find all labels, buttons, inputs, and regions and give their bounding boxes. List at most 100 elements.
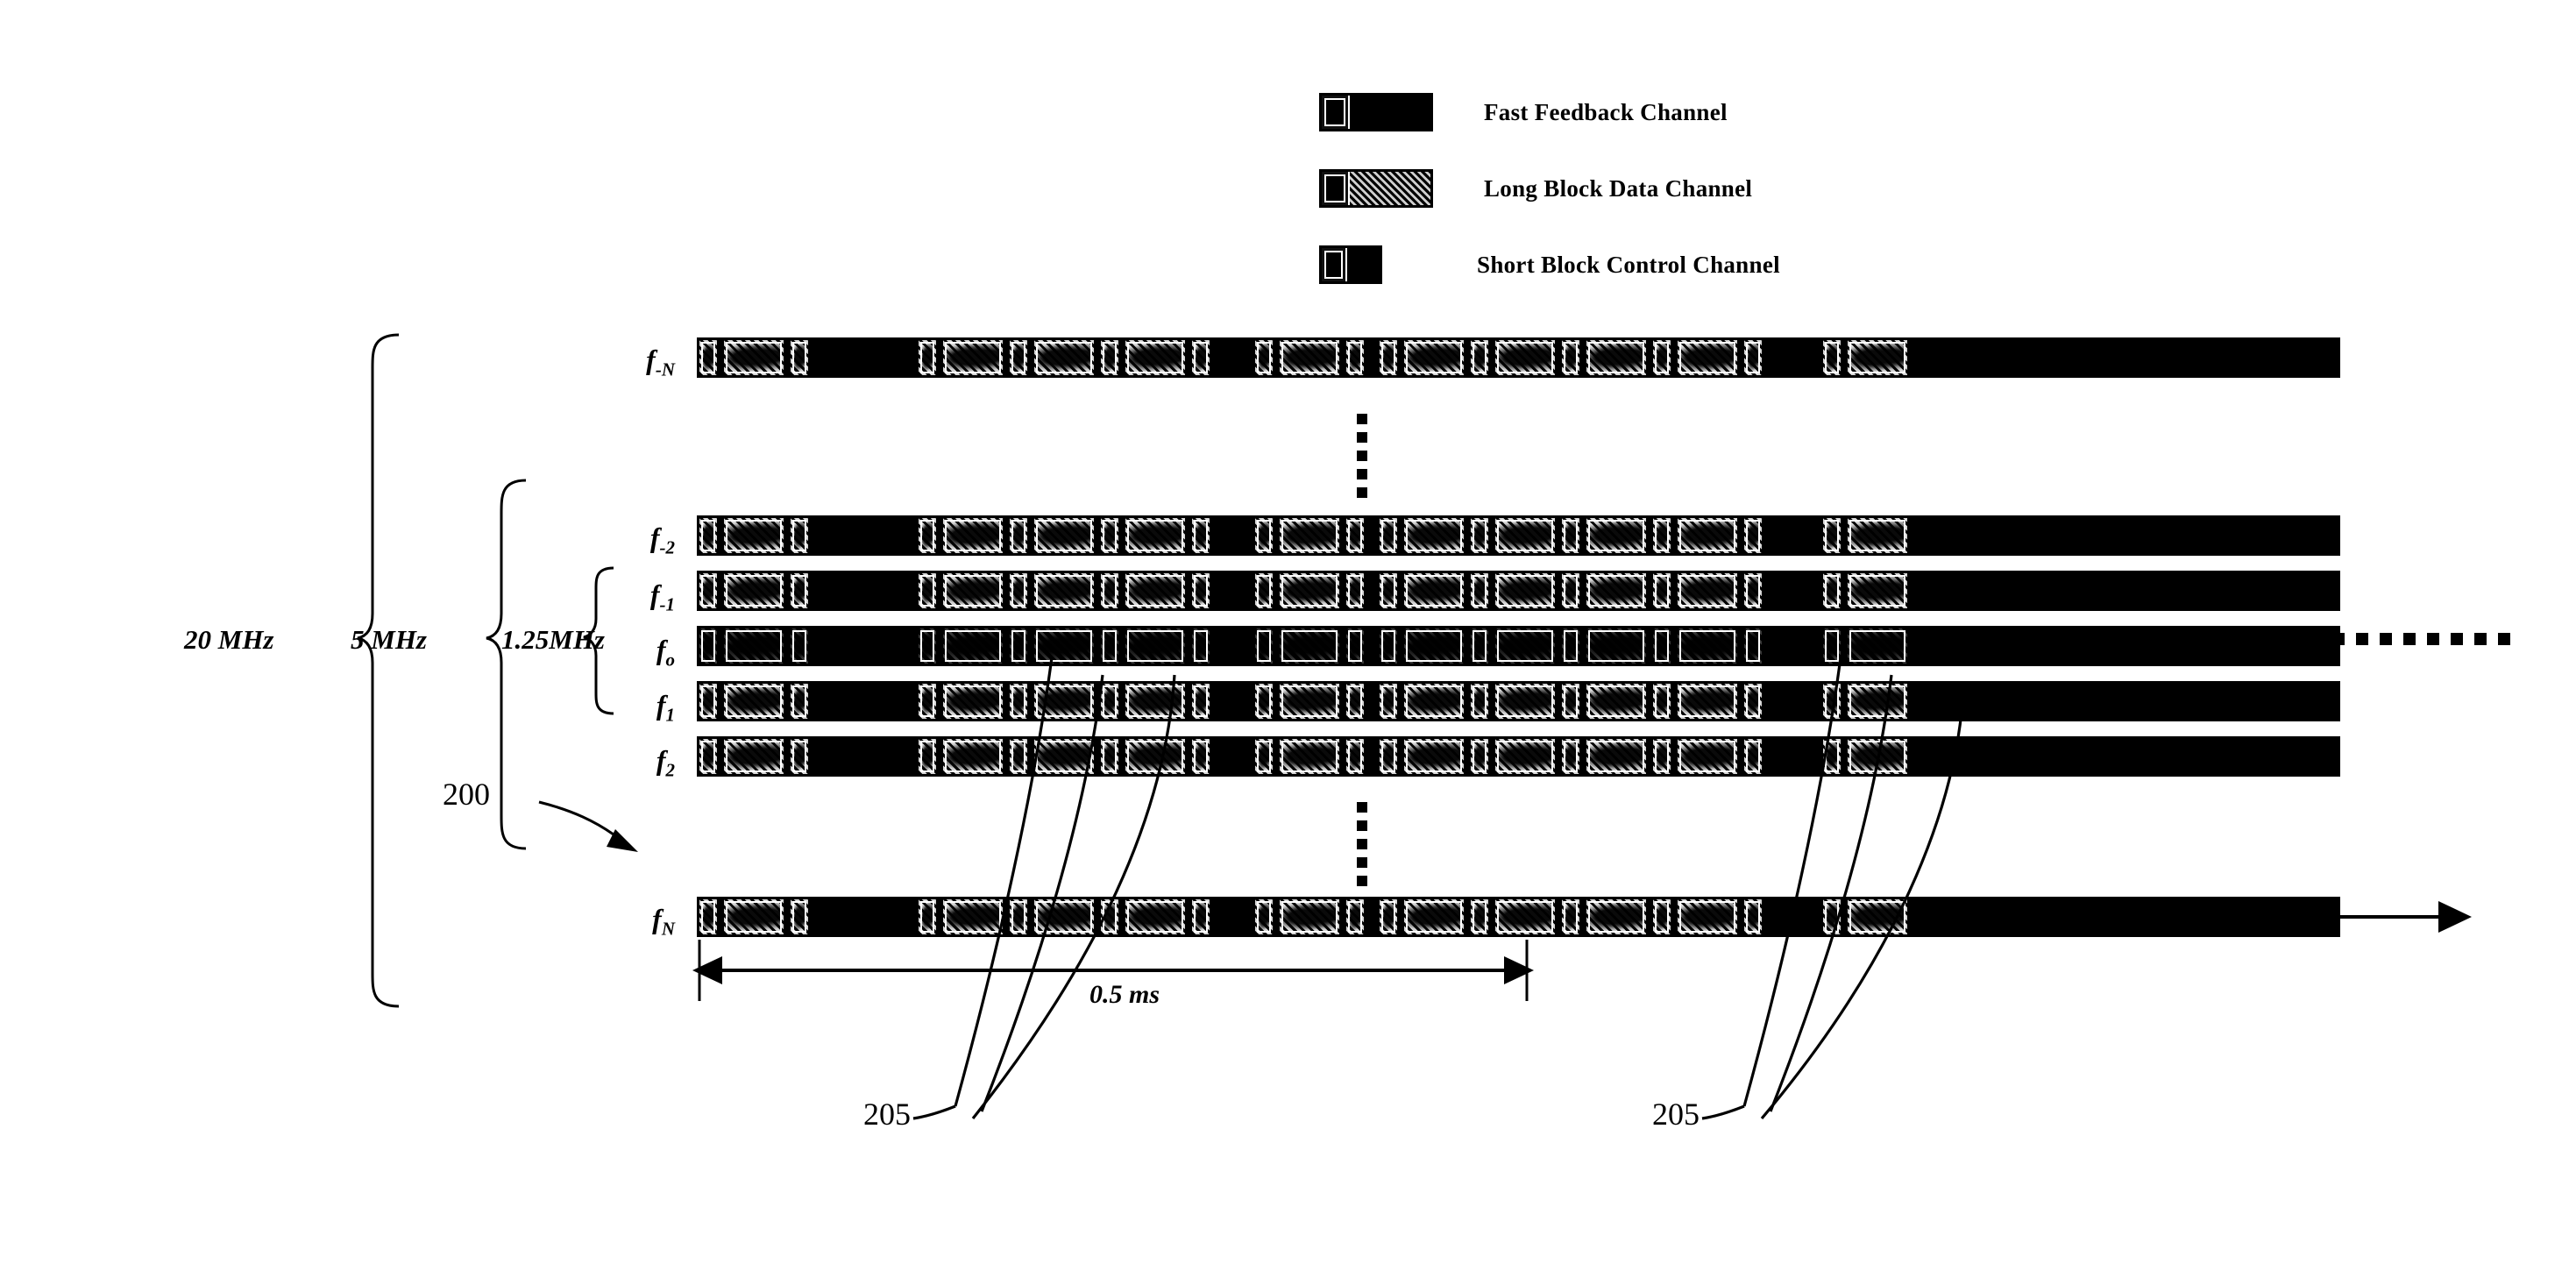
row-label-sub: -N	[655, 359, 675, 380]
short-block	[1344, 515, 1366, 556]
long-block	[1277, 337, 1342, 378]
block-texture	[1013, 903, 1024, 931]
row-label-sub: -1	[659, 593, 676, 615]
block-texture	[1657, 903, 1667, 931]
block-texture	[703, 687, 713, 715]
long-block	[1584, 736, 1649, 777]
ref-200-arrow	[538, 800, 614, 836]
frame-segment	[697, 515, 813, 556]
block-texture	[727, 742, 780, 770]
legend-label-short-block-control: Short Block Control Channel	[1477, 251, 1780, 278]
block-texture	[1590, 687, 1643, 715]
block-texture	[1259, 522, 1269, 550]
frame-segment	[1377, 571, 1766, 611]
block-texture	[1748, 742, 1758, 770]
row-label-text: f	[652, 903, 662, 934]
legend-item-fast-feedback: Fast Feedback Channel	[1319, 92, 1780, 132]
block-texture	[1474, 903, 1485, 931]
legend-item-long-block-data: Long Block Data Channel	[1319, 168, 1780, 209]
long-block	[1584, 681, 1649, 721]
block-texture	[1104, 577, 1115, 605]
short-block	[1253, 626, 1275, 666]
short-block	[1189, 681, 1212, 721]
short-block	[1650, 515, 1673, 556]
frame-row-f-0	[697, 626, 2340, 666]
row-label-sub: 2	[665, 759, 676, 781]
block-texture	[794, 903, 805, 931]
block-texture	[1408, 522, 1460, 550]
bandwidth-label-5mhz: 5 MHz	[351, 624, 427, 655]
long-block	[1032, 626, 1096, 666]
frame-segment	[1820, 515, 1912, 556]
short-block	[1650, 681, 1673, 721]
block-texture	[1565, 687, 1576, 715]
long-block	[1277, 736, 1342, 777]
block-texture	[1590, 344, 1643, 372]
block-texture	[1499, 522, 1551, 550]
frame-guard-gap	[1766, 515, 1820, 556]
block-texture	[1408, 903, 1460, 931]
block-texture	[1748, 344, 1758, 372]
block-texture	[1383, 344, 1394, 372]
short-block	[1820, 571, 1843, 611]
block-texture	[1196, 903, 1206, 931]
block-texture	[794, 344, 805, 372]
short-block	[1468, 897, 1491, 937]
frame-segment	[916, 571, 1214, 611]
block-texture	[1350, 632, 1360, 660]
block-texture	[947, 903, 999, 931]
row-label-sub: N	[661, 918, 675, 940]
frame-guard-gap	[1214, 515, 1253, 556]
block-texture	[1590, 742, 1643, 770]
long-block	[1402, 571, 1466, 611]
long-block	[1584, 626, 1649, 666]
block-texture	[947, 632, 999, 660]
block-texture	[1383, 632, 1394, 660]
short-block	[1344, 571, 1366, 611]
short-block	[697, 337, 720, 378]
block-texture	[1748, 632, 1758, 660]
long-block	[721, 515, 786, 556]
frame-guard-gap	[1214, 337, 1253, 378]
fast-feedback-swatch-icon	[1319, 93, 1433, 131]
short-block	[1742, 897, 1764, 937]
block-texture	[922, 344, 933, 372]
block-texture	[922, 522, 933, 550]
block-texture	[1259, 742, 1269, 770]
short-block-control-swatch-icon	[1319, 245, 1382, 284]
frame-guard-gap	[1368, 681, 1377, 721]
block-texture	[703, 742, 713, 770]
frame-segment	[1253, 571, 1368, 611]
block-texture	[1283, 903, 1336, 931]
block-texture	[1681, 577, 1734, 605]
block-texture	[1565, 522, 1576, 550]
short-block	[1468, 626, 1491, 666]
short-block	[697, 515, 720, 556]
block-texture	[1408, 742, 1460, 770]
block-texture	[1259, 632, 1269, 660]
block-texture	[1196, 344, 1206, 372]
block-texture	[1038, 742, 1090, 770]
short-block	[697, 736, 720, 777]
short-block	[1377, 571, 1400, 611]
long-block	[1277, 897, 1342, 937]
short-block	[1559, 681, 1582, 721]
block-texture	[1350, 903, 1360, 931]
block-texture	[1681, 903, 1734, 931]
block-texture	[1851, 632, 1904, 660]
short-block	[1098, 736, 1121, 777]
dim-arrowhead-left	[692, 956, 722, 984]
ref-numeral-200: 200	[443, 777, 490, 812]
short-block	[1189, 897, 1212, 937]
long-block	[1675, 626, 1740, 666]
long-block	[1845, 626, 1910, 666]
long-block	[1845, 571, 1910, 611]
frame-segment	[1253, 626, 1368, 666]
block-texture	[1681, 632, 1734, 660]
short-block	[1007, 897, 1030, 937]
long-block	[1402, 626, 1466, 666]
block-texture	[922, 903, 933, 931]
block-texture	[1129, 687, 1182, 715]
block-texture	[1104, 687, 1115, 715]
legend: Fast Feedback Channel Long Block Data Ch…	[1319, 92, 1780, 321]
